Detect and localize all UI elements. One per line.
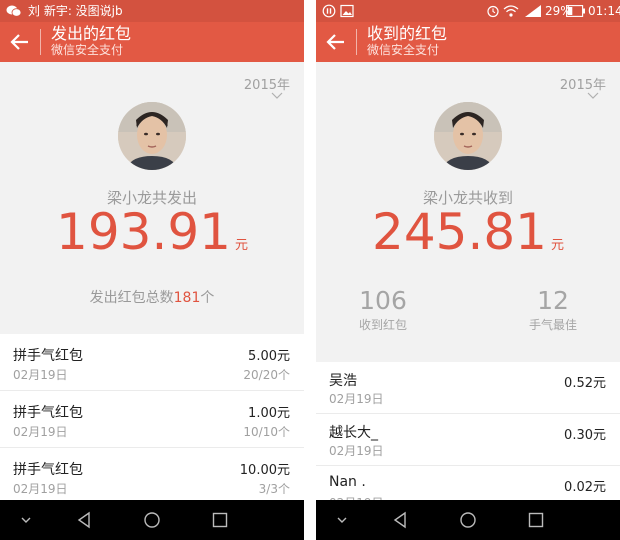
packet-count: 3/3个 xyxy=(258,482,290,496)
list-item[interactable]: 拼手气红包 02月19日 5.00元 20/20个 xyxy=(0,334,304,391)
back-icon[interactable] xyxy=(324,30,348,54)
sent-packets-screen: 刘 新宇: 没图说jb 发出的红包 微信安全支付 2015年 梁小龙共发出 19… xyxy=(0,0,304,540)
chevron-down-icon[interactable] xyxy=(580,92,606,100)
amount-value: 193.91 xyxy=(56,203,231,261)
year-selector[interactable]: 2015年 xyxy=(244,74,290,93)
packet-count: 发出红包总数181个 xyxy=(0,287,304,307)
avatar xyxy=(118,102,186,170)
wifi-icon xyxy=(503,5,519,17)
packet-date: 02月19日 xyxy=(329,392,384,406)
year-selector[interactable]: 2015年 xyxy=(560,74,606,93)
nav-recents-icon[interactable] xyxy=(526,510,546,530)
packet-name: 拼手气红包 xyxy=(13,405,83,421)
packet-amount: 5.00元 xyxy=(248,349,290,364)
sent-packets-list: 拼手气红包 02月19日 5.00元 20/20个 拼手气红包 02月19日 1… xyxy=(0,334,304,505)
app-bar: 收到的红包 微信安全支付 xyxy=(316,22,620,62)
packet-amount: 0.02元 xyxy=(564,480,606,495)
nav-home-icon[interactable] xyxy=(458,510,478,530)
best-luck-stat: 12 手气最佳 xyxy=(498,286,608,333)
nav-hide-icon[interactable] xyxy=(332,510,352,530)
pause-icon xyxy=(322,4,336,18)
back-icon[interactable] xyxy=(8,30,32,54)
nav-back-icon[interactable] xyxy=(74,510,94,530)
total-amount: 245.81 元 xyxy=(316,203,620,261)
list-item[interactable]: 拼手气红包 02月19日 10.00元 3/3个 xyxy=(0,448,304,505)
amount-unit: 元 xyxy=(234,238,248,253)
nav-home-icon[interactable] xyxy=(142,510,162,530)
clock: 01:14 xyxy=(588,4,620,18)
received-count-stat: 106 收到红包 xyxy=(328,286,438,333)
total-amount: 193.91 元 xyxy=(0,203,304,261)
wechat-icon xyxy=(6,5,22,17)
packet-name: 拼手气红包 xyxy=(13,462,83,478)
packet-date: 02月19日 xyxy=(13,368,68,382)
amount-unit: 元 xyxy=(550,238,564,253)
signal-icon xyxy=(525,5,541,17)
packet-date: 02月19日 xyxy=(329,444,384,458)
stat-label: 手气最佳 xyxy=(528,318,577,332)
packet-name: 拼手气红包 xyxy=(13,348,83,364)
count-value: 181 xyxy=(173,290,201,306)
list-item[interactable]: 越长大_ 02月19日 0.30元 xyxy=(316,414,620,466)
page-subtitle: 微信安全支付 xyxy=(367,43,440,57)
packet-date: 02月19日 xyxy=(13,482,68,496)
list-item[interactable]: 吴浩 02月19日 0.52元 xyxy=(316,362,620,414)
packet-amount: 1.00元 xyxy=(248,406,290,421)
avatar xyxy=(434,102,502,170)
nav-recents-icon[interactable] xyxy=(210,510,230,530)
image-icon xyxy=(340,4,354,18)
stat-value: 12 xyxy=(537,286,569,315)
nav-hide-icon[interactable] xyxy=(16,510,36,530)
notification-text: 刘 新宇: 没图说jb xyxy=(28,4,123,18)
sender-name: 越长大_ xyxy=(329,425,378,441)
received-packets-list: 吴浩 02月19日 0.52元 越长大_ 02月19日 0.30元 Nan . … xyxy=(316,362,620,518)
packet-amount: 0.52元 xyxy=(564,376,606,391)
divider xyxy=(40,29,41,55)
stat-label: 收到红包 xyxy=(358,318,407,332)
status-bar: 刘 新宇: 没图说jb xyxy=(0,0,304,22)
chevron-down-icon[interactable] xyxy=(264,92,290,100)
packet-count: 10/10个 xyxy=(243,425,290,439)
list-item[interactable]: 拼手气红包 02月19日 1.00元 10/10个 xyxy=(0,391,304,448)
nav-bar xyxy=(0,500,304,540)
packet-amount: 10.00元 xyxy=(239,463,290,478)
page-title: 收到的红包 xyxy=(367,24,448,43)
packet-count: 20/20个 xyxy=(243,368,290,382)
divider xyxy=(356,29,357,55)
alarm-icon xyxy=(487,5,499,18)
received-packets-screen: 29% 01:14 收到的红包 微信安全支付 2015年 梁小龙共收到 245.… xyxy=(316,0,620,540)
count-prefix: 发出红包总数 xyxy=(89,290,174,306)
battery-icon xyxy=(566,5,585,17)
stat-value: 106 xyxy=(359,286,407,315)
packet-amount: 0.30元 xyxy=(564,428,606,443)
sender-name: 吴浩 xyxy=(329,373,357,389)
page-title: 发出的红包 xyxy=(51,24,132,43)
nav-bar xyxy=(316,500,620,540)
nav-back-icon[interactable] xyxy=(390,510,410,530)
app-bar: 发出的红包 微信安全支付 xyxy=(0,22,304,62)
amount-value: 245.81 xyxy=(372,203,547,261)
sender-name: Nan . xyxy=(329,474,366,490)
count-suffix: 个 xyxy=(200,290,215,306)
page-subtitle: 微信安全支付 xyxy=(51,43,124,57)
packet-date: 02月19日 xyxy=(13,425,68,439)
status-bar: 29% 01:14 xyxy=(316,0,620,22)
